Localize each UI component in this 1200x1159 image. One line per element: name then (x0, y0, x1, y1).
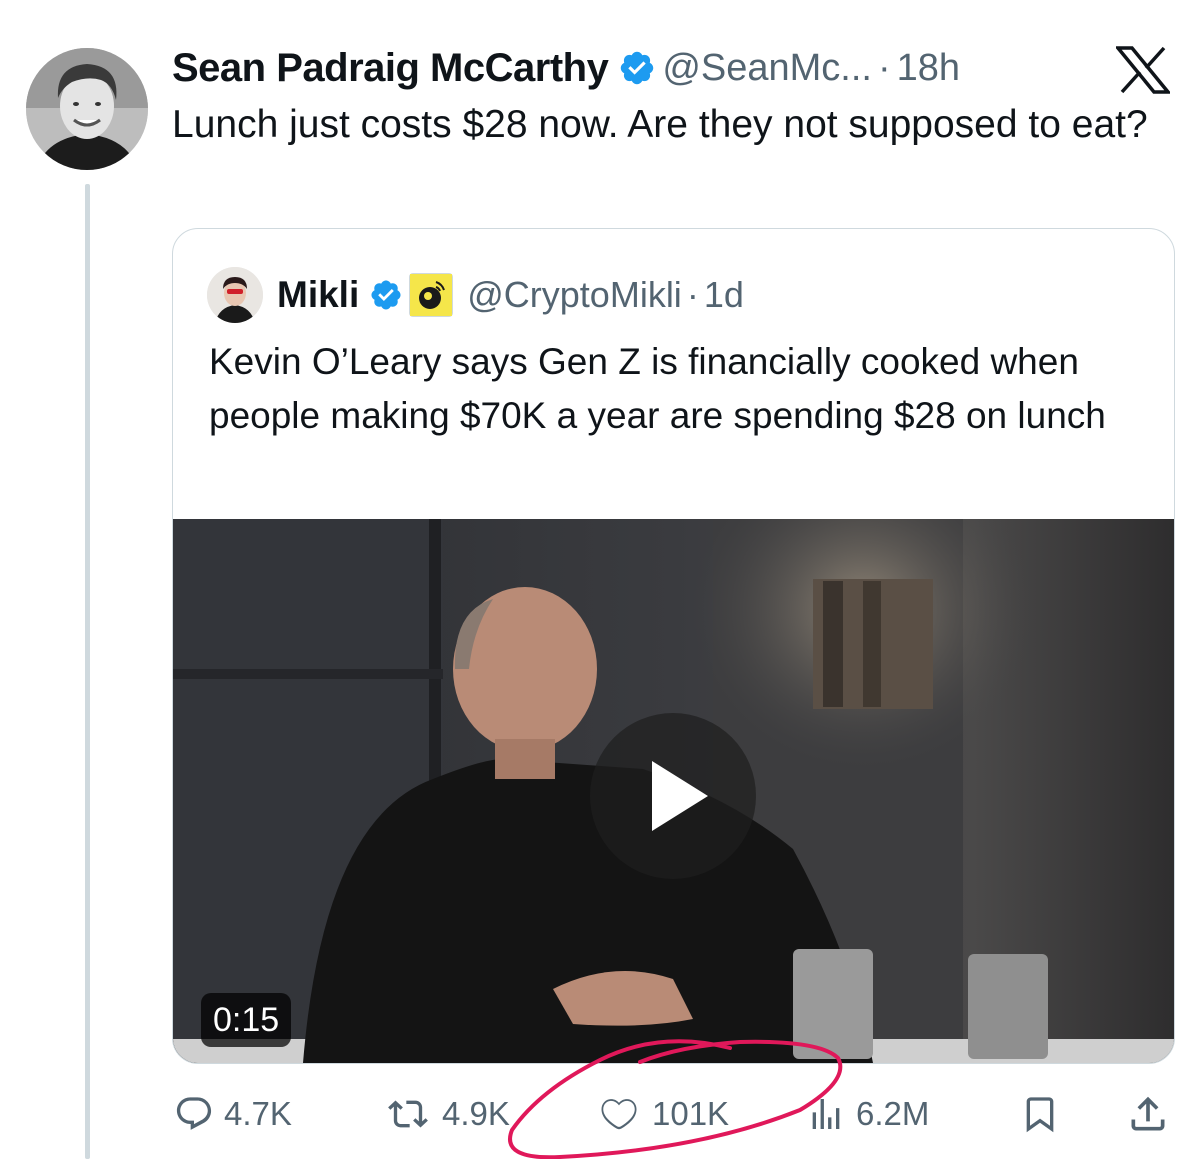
thread-line (85, 184, 90, 1159)
action-bar: 4.7K 4.9K 101K 6.2M (172, 1086, 1177, 1142)
views-button[interactable]: 6.2M (806, 1086, 929, 1142)
quoted-tweet-card[interactable]: Mikli @CryptoMikli · 1d Kevin O’Leary sa… (172, 228, 1175, 1064)
like-button[interactable]: 101K (596, 1086, 729, 1142)
x-logo-icon (1114, 46, 1172, 94)
verified-badge-icon (618, 49, 656, 87)
play-button[interactable] (590, 713, 756, 879)
repost-icon (388, 1100, 428, 1128)
quoted-tweet-text: Kevin O’Leary says Gen Z is financially … (209, 341, 1106, 436)
play-icon (652, 761, 708, 831)
quoted-tweet-header: Mikli @CryptoMikli · 1d (207, 267, 744, 323)
share-icon (1131, 1096, 1165, 1131)
author-handle[interactable]: @SeanMc... (662, 47, 872, 90)
video-player[interactable]: 0:15 (173, 519, 1174, 1063)
quoted-author-avatar[interactable] (207, 267, 263, 323)
separator-dot: · (877, 46, 891, 89)
author-name[interactable]: Sean Padraig McCarthy (172, 46, 609, 91)
verified-badge-icon (369, 278, 403, 312)
quoted-author-handle[interactable]: @CryptoMikli (467, 274, 682, 316)
bookmark-icon (1026, 1097, 1054, 1133)
separator-dot: · (686, 274, 699, 315)
reply-button[interactable]: 4.7K (174, 1086, 292, 1142)
reply-count: 4.7K (224, 1095, 292, 1132)
video-duration: 0:15 (201, 993, 292, 1047)
like-icon (601, 1099, 637, 1130)
repost-count: 4.9K (442, 1095, 510, 1132)
affiliate-badge-icon[interactable] (409, 273, 454, 317)
repost-button[interactable]: 4.9K (384, 1086, 510, 1142)
author-avatar[interactable] (26, 48, 148, 170)
tweet-header: Sean Padraig McCarthy @SeanMc... · 18h (172, 40, 960, 96)
quoted-tweet-time[interactable]: 1d (704, 274, 744, 316)
tweet-time[interactable]: 18h (897, 47, 960, 90)
bookmark-button[interactable] (1020, 1086, 1070, 1142)
tweet-text: Lunch just costs $28 now. Are they not s… (172, 103, 1148, 146)
share-button[interactable] (1126, 1086, 1180, 1142)
like-count: 101K (652, 1095, 730, 1132)
views-icon (812, 1099, 840, 1129)
quoted-author-name[interactable]: Mikli (277, 274, 359, 316)
views-count: 6.2M (856, 1095, 930, 1132)
reply-icon (176, 1097, 212, 1130)
